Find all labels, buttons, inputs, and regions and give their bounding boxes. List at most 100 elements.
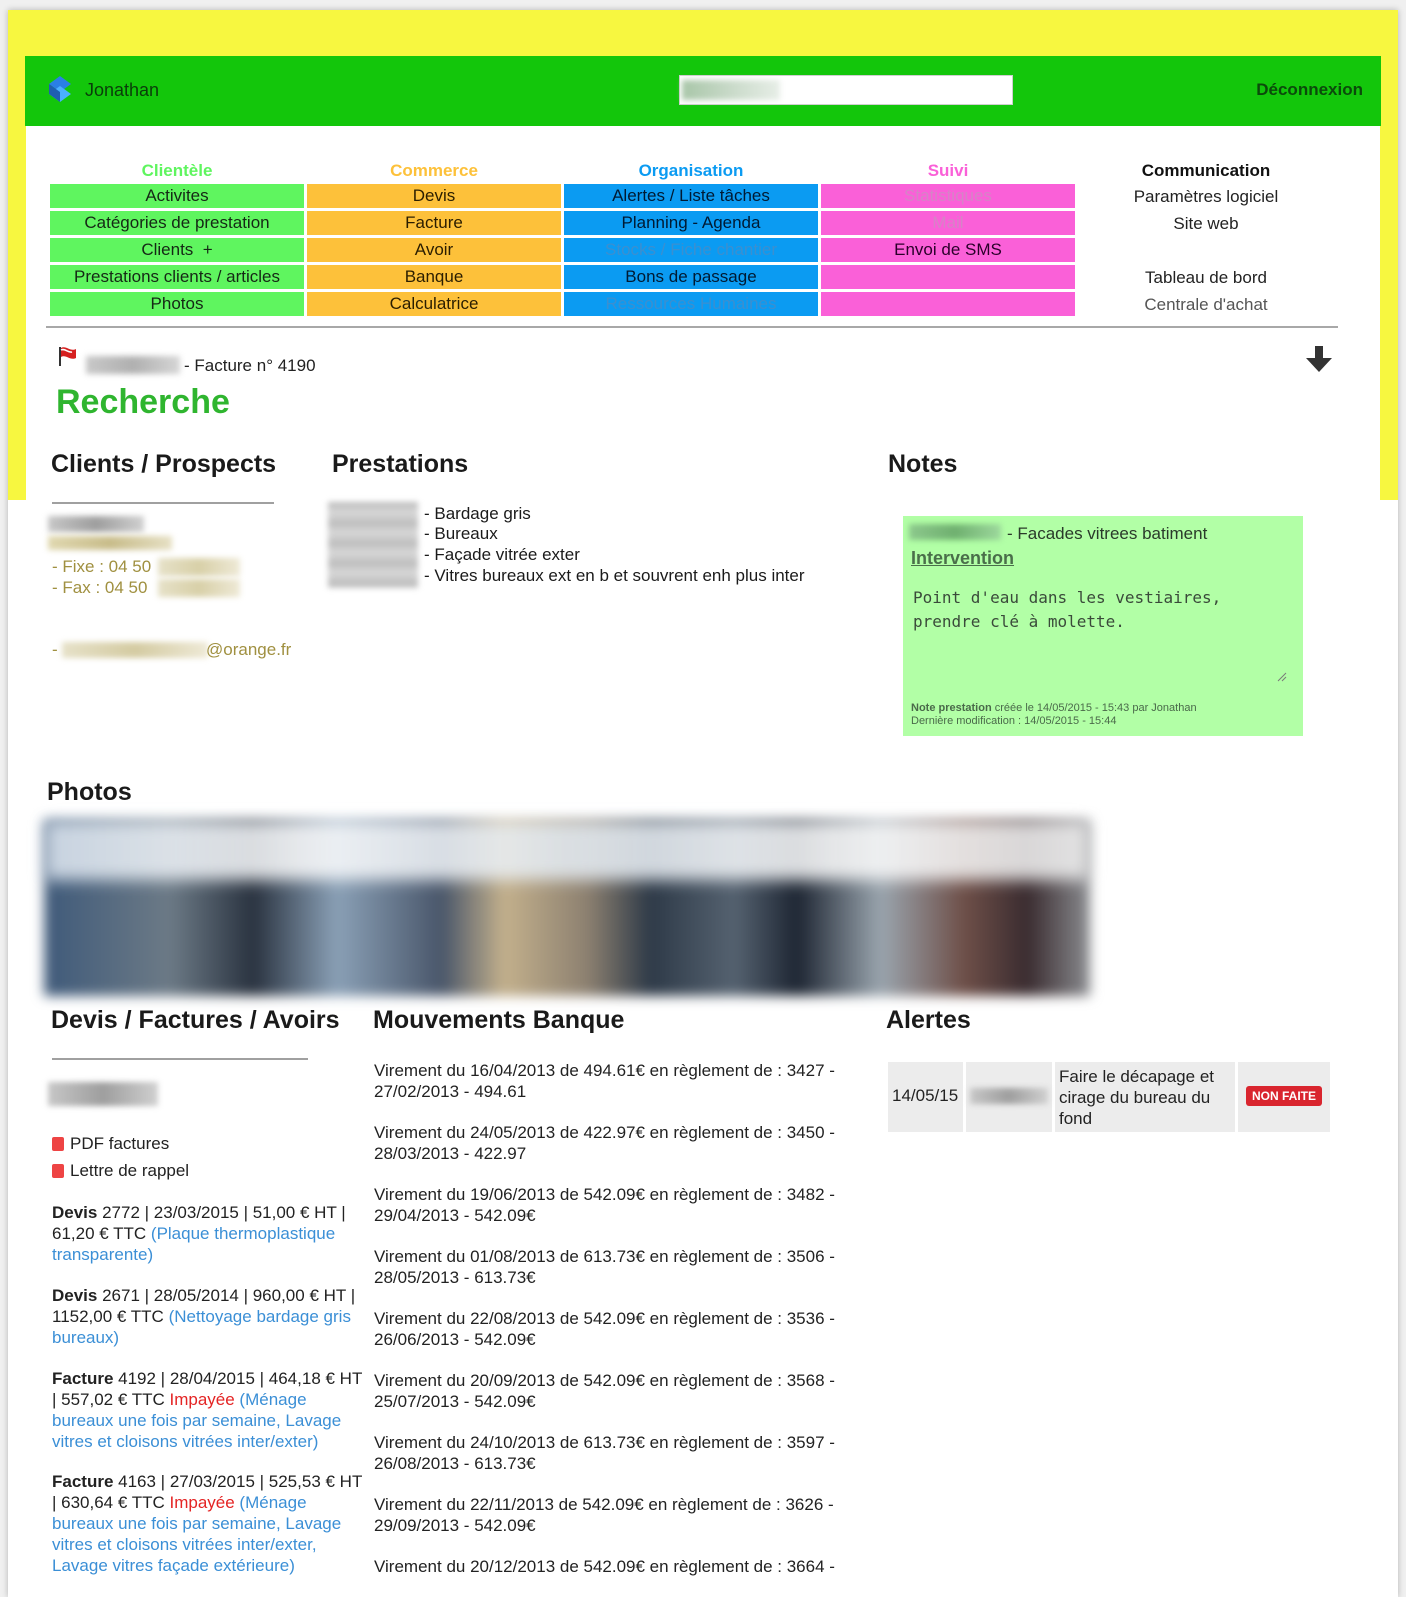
document-type: Devis [52,1203,98,1222]
menu-item-clients[interactable]: Clients + [50,238,304,262]
menu-item-devis[interactable]: Devis [307,184,561,208]
menu-item-planning[interactable]: Planning - Agenda [564,211,818,235]
menu-item-bons-de-passage[interactable]: Bons de passage [564,265,818,289]
document-entry[interactable]: Facture 4192 | 28/04/2015 | 464,18 € HT … [52,1368,368,1452]
menu-column-organisation: Organisation Alertes / Liste tâches Plan… [564,158,818,319]
menu-divider [46,326,1338,328]
bank-entry: Virement du 20/09/2013 de 542.09€ en règ… [374,1371,835,1411]
menu-item-spacer [1086,238,1326,265]
phone-redacted [158,558,240,576]
client-email[interactable]: @orange.fr [206,640,291,660]
top-bar: Jonathan Déconnexion [25,56,1381,126]
search-input[interactable] [679,75,1013,105]
pdf-factures-label: PDF factures [70,1134,170,1153]
menu-item-banque[interactable]: Banque [307,265,561,289]
menu-item-parametres[interactable]: Paramètres logiciel [1086,184,1326,211]
menu-item-mail[interactable]: Mail [821,211,1075,235]
document-type: Facture [52,1472,114,1491]
client-name-redacted [86,356,180,374]
menu-item-stocks[interactable]: Stocks / Fiche chantier [564,238,818,262]
menu-heading-clientele[interactable]: Clientèle [50,158,304,184]
note-label: - Facades vitrees batiment [1007,524,1208,543]
pdf-icon [52,1164,64,1178]
menu-heading-suivi[interactable]: Suivi [821,158,1075,184]
menu-item-facture[interactable]: Facture [307,211,561,235]
client-fax: - Fax : 04 50 [52,578,148,597]
menu-column-suivi: Suivi Statistiques Mail Envoi de SMS [821,158,1075,319]
alert-status-badge[interactable]: NON FAITE [1246,1086,1323,1106]
alert-assignee-cell [966,1062,1052,1132]
note-intervention-link[interactable]: Intervention [911,548,1014,569]
menu-heading-commerce[interactable]: Commerce [307,158,561,184]
client-phone: - Fixe : 04 50 [52,557,152,576]
prestation-item[interactable]: - Bardage gris [424,504,531,524]
client-name-redacted [48,516,144,532]
bank-entry: Virement du 19/06/2013 de 542.09€ en règ… [374,1185,835,1225]
app-logo-icon [49,76,71,102]
note-meta-modified: Dernière modification : 14/05/2015 - 15:… [911,715,1117,727]
breadcrumb[interactable]: - Facture n° 4190 [184,356,316,376]
menu-heading-organisation[interactable]: Organisation [564,158,818,184]
prestation-item[interactable]: - Vitres bureaux ext en b et souvrent en… [424,566,805,586]
menu-item-centrale-achat[interactable]: Centrale d'achat [1086,292,1326,319]
document-entry[interactable]: Devis 2671 | 28/05/2014 | 960,00 € HT | … [52,1285,368,1348]
bank-entry: Virement du 20/12/2013 de 542.09€ en règ… [374,1557,835,1576]
document-entry[interactable]: Devis 2772 | 23/03/2015 | 51,00 € HT | 6… [52,1202,368,1265]
alert-date-cell: 14/05/15 [888,1062,963,1132]
logout-link[interactable]: Déconnexion [1256,80,1363,100]
note-card: - Facades vitrees batiment Intervention … [903,516,1303,736]
photos-heading: Photos [47,778,132,806]
note-metadata: Note prestation créée le 14/05/2015 - 15… [911,702,1197,728]
alert-date: 14/05/15 [892,1086,959,1105]
page: Jonathan Déconnexion Clientèle Activites… [8,10,1398,1597]
menu-item-statistiques[interactable]: Statistiques [821,184,1075,208]
bank-entry: Virement du 01/08/2013 de 613.73€ en règ… [374,1247,835,1287]
alerts-heading: Alertes [886,1006,971,1034]
alert-assignee-redacted [970,1088,1048,1104]
menu-item-tableau-de-bord[interactable]: Tableau de bord [1086,265,1326,292]
lettre-rappel-link[interactable]: Lettre de rappel [52,1161,189,1181]
alert-text: Faire le décapage et cirage du bureau du… [1059,1067,1214,1128]
resize-grip-icon[interactable] [1277,672,1287,682]
prestation-item[interactable]: - Façade vitrée exter [424,545,580,565]
note-date-redacted [909,524,1001,540]
prestations-dates-redacted [328,502,418,588]
arrow-down-icon[interactable] [1304,344,1334,374]
menu-item-prestations-clients[interactable]: Prestations clients / articles [50,265,304,289]
menu-item-categories[interactable]: Catégories de prestation [50,211,304,235]
menu-item-calculatrice[interactable]: Calculatrice [307,292,561,316]
documents-heading: Devis / Factures / Avoirs [51,1006,340,1034]
note-meta-created-prefix: Note prestation [911,702,992,714]
document-status: Impayée [169,1493,235,1512]
menu-item-alertes[interactable]: Alertes / Liste tâches [564,184,818,208]
pdf-icon [52,1137,64,1151]
client-address-redacted [48,536,172,550]
clients-heading: Clients / Prospects [51,450,277,478]
page-title: Recherche [56,383,230,421]
menu-heading-communication[interactable]: Communication [1086,158,1326,184]
menu-item-avoir[interactable]: Avoir [307,238,561,262]
menu-item-ressources-humaines[interactable]: Ressources Humaines [564,292,818,316]
menu-item-photos[interactable]: Photos [50,292,304,316]
pdf-factures-link[interactable]: PDF factures [52,1134,169,1154]
clients-rule [52,502,274,504]
document-type: Facture [52,1369,114,1388]
alert-row[interactable]: 14/05/15 Faire le décapage et cirage du … [888,1062,1330,1132]
alert-text-cell: Faire le décapage et cirage du bureau du… [1055,1062,1235,1132]
bank-entry: Virement du 24/05/2013 de 422.97€ en règ… [374,1123,835,1163]
menu-item-activites[interactable]: Activites [50,184,304,208]
fax-redacted [158,579,240,597]
document-entry[interactable]: Facture 4163 | 27/03/2015 | 525,53 € HT … [52,1471,368,1576]
alert-status-cell: NON FAITE [1238,1062,1330,1132]
bank-entry: Virement du 16/04/2013 de 494.61€ en règ… [374,1061,835,1101]
document-status: Impayée [169,1390,235,1409]
lettre-rappel-label: Lettre de rappel [70,1161,190,1180]
photo-gallery-overlay [44,820,1090,880]
document-client-redacted [48,1082,158,1106]
menu-column-commerce: Commerce Devis Facture Avoir Banque Calc… [307,158,561,319]
menu-item-envoi-sms[interactable]: Envoi de SMS [821,238,1075,262]
prestation-item[interactable]: - Bureaux [424,524,498,544]
note-textarea[interactable]: Point d'eau dans les vestiaires, prendre… [909,582,1293,684]
email-prefix: - [52,640,58,659]
menu-item-site-web[interactable]: Site web [1086,211,1326,238]
